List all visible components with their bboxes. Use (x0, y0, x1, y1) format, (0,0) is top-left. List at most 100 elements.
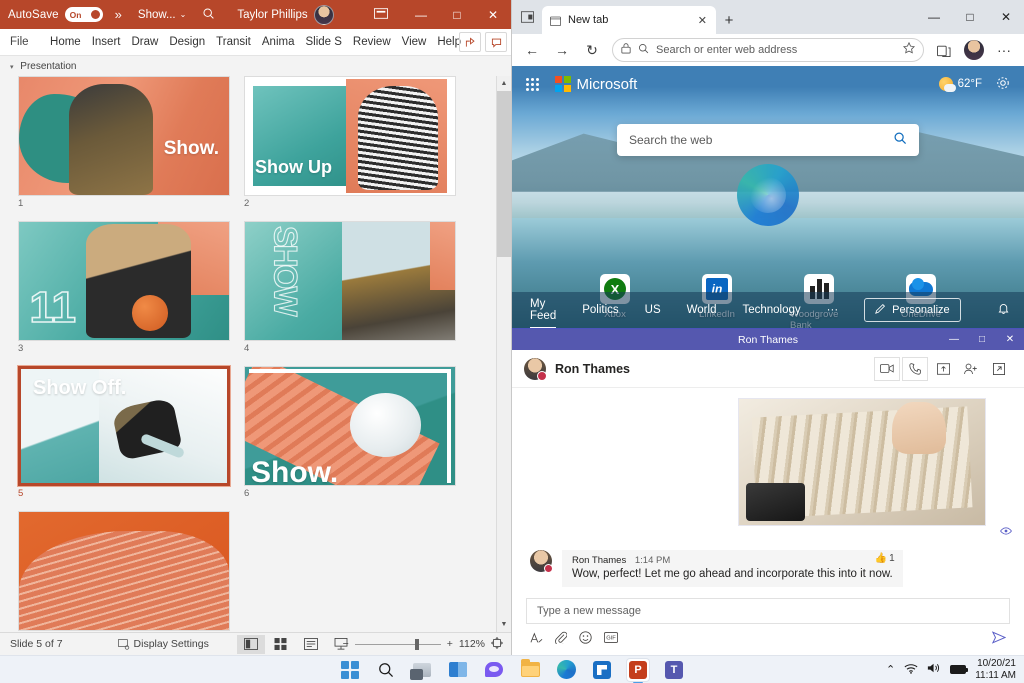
clock[interactable]: 10/20/21 11:11 AM (975, 658, 1016, 681)
ribbon-tab-transitions[interactable]: Transit (211, 29, 257, 56)
web-search-box[interactable]: Search the web (617, 124, 919, 156)
fit-slide-icon[interactable] (491, 637, 503, 652)
browser-tab[interactable]: New tab ✕ (542, 6, 716, 34)
teams-button[interactable]: T (663, 659, 685, 681)
ribbon-tab-view[interactable]: View (396, 29, 432, 56)
comments-icon[interactable] (485, 32, 507, 52)
ribbon-tab-insert[interactable]: Insert (86, 29, 126, 56)
add-favorite-icon[interactable] (903, 41, 915, 59)
quick-access-more-icon[interactable]: » (115, 7, 122, 22)
bell-icon[interactable] (997, 302, 1010, 318)
gif-icon[interactable]: GIF (604, 632, 618, 646)
slide-thumbnail-4[interactable]: SHOW 4 (244, 221, 456, 354)
zoom-slider[interactable] (355, 644, 441, 645)
collapse-triangle-icon[interactable]: ▾ (10, 64, 14, 71)
profile-avatar[interactable] (964, 40, 984, 60)
send-icon[interactable] (992, 631, 1006, 647)
format-icon[interactable] (530, 632, 543, 647)
file-explorer-button[interactable] (519, 659, 541, 681)
slide-thumbnail-3[interactable]: 11 3 (18, 221, 230, 354)
message-bubble[interactable]: Ron Thames 1:14 PM Wow, perfect! Let me … (562, 550, 903, 587)
scroll-up-arrow-icon[interactable]: ▲ (497, 76, 511, 91)
settings-and-more-button[interactable]: ··· (990, 37, 1018, 63)
ribbon-tab-review[interactable]: Review (347, 29, 396, 56)
close-button[interactable]: ✕ (988, 0, 1024, 34)
zoom-level[interactable]: 112% (459, 638, 485, 650)
back-button[interactable]: ← (518, 37, 546, 63)
gear-icon[interactable] (996, 76, 1010, 93)
video-call-icon[interactable] (874, 357, 900, 381)
edge-button[interactable] (555, 659, 577, 681)
normal-view-button[interactable] (237, 635, 265, 654)
chat-message-list[interactable]: Ron Thames 1:14 PM Wow, perfect! Let me … (512, 388, 1024, 592)
search-icon[interactable] (893, 131, 907, 149)
ribbon-tab-slide-show[interactable]: Slide S (300, 29, 347, 56)
battery-icon[interactable] (950, 665, 966, 674)
forward-button[interactable]: → (548, 37, 576, 63)
minimize-button[interactable]: — (403, 0, 439, 29)
slide-thumbnail-6[interactable]: Show. 6 (244, 366, 456, 499)
close-button[interactable]: ✕ (996, 329, 1024, 350)
zoom-out-button[interactable]: − (343, 638, 349, 650)
avatar[interactable] (314, 5, 334, 25)
ribbon-tab-file[interactable]: File (0, 29, 39, 56)
app-launcher-icon[interactable] (526, 78, 539, 91)
close-button[interactable]: ✕ (475, 0, 511, 29)
new-tab-button[interactable]: + (716, 6, 742, 34)
volume-icon[interactable] (927, 662, 941, 677)
zoom-slider-handle[interactable] (415, 639, 419, 650)
message-input[interactable]: Type a new message (526, 598, 1010, 624)
address-input[interactable]: Search or enter web address (656, 44, 896, 56)
slide-thumbnail-7[interactable] (18, 511, 230, 631)
collections-icon[interactable] (930, 37, 958, 63)
share-screen-icon[interactable] (930, 357, 956, 381)
microsoft-logo[interactable]: Microsoft (555, 76, 637, 93)
address-bar[interactable]: Search or enter web address (612, 38, 924, 62)
ribbon-display-options-icon[interactable] (374, 8, 388, 22)
feed-tab-more[interactable]: ··· (827, 304, 839, 316)
chat-button[interactable] (483, 659, 505, 681)
refresh-button[interactable]: ↻ (578, 37, 606, 63)
autosave-toggle[interactable]: On (65, 7, 103, 22)
feed-tab-technology[interactable]: Technology (742, 304, 800, 316)
search-icon[interactable] (202, 7, 215, 23)
maximize-button[interactable]: □ (439, 0, 475, 29)
wifi-icon[interactable] (904, 663, 918, 677)
slide-sorter-view-button[interactable] (267, 635, 295, 654)
start-button[interactable] (339, 659, 361, 681)
tab-actions-icon[interactable] (512, 0, 542, 34)
ribbon-tab-design[interactable]: Design (164, 29, 211, 56)
attach-icon[interactable] (555, 631, 567, 647)
widgets-button[interactable] (447, 659, 469, 681)
display-settings-button[interactable]: Display Settings (118, 638, 209, 650)
popout-icon[interactable] (986, 357, 1012, 381)
message-reaction[interactable]: 👍 1 (875, 553, 895, 564)
feed-tab-us[interactable]: US (645, 304, 661, 316)
document-name[interactable]: Show... (138, 9, 176, 21)
zoom-in-button[interactable]: + (447, 638, 453, 650)
feed-tab-my-feed[interactable]: My Feed (530, 298, 556, 322)
maximize-button[interactable]: □ (968, 329, 996, 350)
maximize-button[interactable]: □ (952, 0, 988, 34)
task-view-button[interactable] (411, 659, 433, 681)
shared-image[interactable] (738, 398, 986, 526)
slides-thumbnail-panel[interactable]: Show. 1 Show Up 2 (0, 76, 511, 632)
web-search-input[interactable]: Search the web (629, 133, 893, 147)
chevron-down-icon[interactable]: ⌄ (180, 10, 187, 19)
scrollbar-thumb[interactable] (497, 91, 511, 257)
audio-call-icon[interactable] (902, 357, 928, 381)
ribbon-tab-home[interactable]: Home (45, 29, 87, 56)
slide-thumbnail-1[interactable]: Show. 1 (18, 76, 230, 209)
emoji-icon[interactable] (579, 631, 592, 647)
scroll-down-arrow-icon[interactable]: ▼ (497, 617, 511, 632)
reading-view-button[interactable] (297, 635, 325, 654)
contact-avatar[interactable] (524, 358, 546, 380)
minimize-button[interactable]: — (916, 0, 952, 34)
feed-tab-politics[interactable]: Politics (582, 304, 618, 316)
personalize-button[interactable]: Personalize (864, 298, 960, 322)
ribbon-tab-animations[interactable]: Anima (256, 29, 300, 56)
powerpoint-button[interactable]: P (627, 659, 649, 681)
minimize-button[interactable]: — (940, 329, 968, 350)
close-tab-icon[interactable]: ✕ (695, 14, 710, 27)
microsoft-store-button[interactable] (591, 659, 613, 681)
